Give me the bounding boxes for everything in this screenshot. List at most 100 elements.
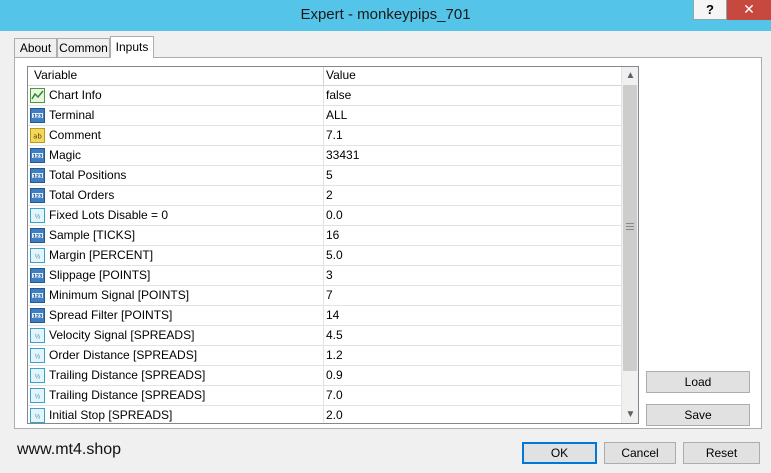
svg-text:123: 123: [33, 153, 43, 159]
scroll-down-icon[interactable]: ▼: [622, 406, 638, 423]
table-row[interactable]: ½ Trailing Distance [SPREADS] 0.9: [28, 366, 621, 386]
double-icon: ½: [30, 248, 45, 263]
parameter-value[interactable]: 0.9: [326, 366, 343, 385]
parameter-name: Chart Info: [49, 88, 102, 102]
svg-text:½: ½: [35, 354, 41, 361]
integer-icon: 123: [30, 268, 45, 283]
integer-icon: 123: [30, 288, 45, 303]
grid-header: Variable Value: [28, 67, 621, 86]
string-icon: ab: [30, 128, 45, 143]
double-icon: ½: [30, 348, 45, 363]
double-icon: ½: [30, 208, 45, 223]
help-button[interactable]: ?: [693, 0, 727, 20]
parameter-value[interactable]: ALL: [326, 106, 347, 125]
parameter-value[interactable]: 5.0: [326, 246, 343, 265]
parameter-name: Slippage [POINTS]: [49, 268, 151, 282]
tab-inputs[interactable]: Inputs: [110, 36, 154, 58]
tab-about[interactable]: About: [14, 38, 57, 57]
svg-text:123: 123: [33, 233, 43, 239]
svg-text:123: 123: [33, 173, 43, 179]
integer-icon: 123: [30, 168, 45, 183]
parameter-name: Trailing Distance [SPREADS]: [49, 368, 206, 382]
integer-icon: 123: [30, 108, 45, 123]
table-row[interactable]: ½ Initial Stop [SPREADS] 2.0: [28, 406, 621, 423]
scroll-thumb[interactable]: [623, 85, 637, 371]
svg-text:½: ½: [35, 214, 41, 221]
table-row[interactable]: 123 Slippage [POINTS] 3: [28, 266, 621, 286]
table-row[interactable]: 123 Terminal ALL: [28, 106, 621, 126]
chart-icon: [30, 88, 45, 103]
parameter-name: Trailing Distance [SPREADS]: [49, 388, 206, 402]
parameter-name: Total Orders: [49, 188, 115, 202]
cancel-button[interactable]: Cancel: [604, 442, 676, 464]
double-icon: ½: [30, 408, 45, 423]
website-watermark: www.mt4.shop: [17, 441, 122, 458]
parameter-name: Terminal: [49, 108, 95, 122]
table-row[interactable]: 123 Total Orders 2: [28, 186, 621, 206]
table-row[interactable]: 123 Sample [TICKS] 16: [28, 226, 621, 246]
table-row[interactable]: ½ Velocity Signal [SPREADS] 4.5: [28, 326, 621, 346]
parameter-value[interactable]: false: [326, 86, 351, 105]
parameter-value[interactable]: 14: [326, 306, 339, 325]
table-row[interactable]: 123 Total Positions 5: [28, 166, 621, 186]
reset-button[interactable]: Reset: [683, 442, 760, 464]
parameter-name: Total Positions: [49, 168, 127, 182]
save-button[interactable]: Save: [646, 404, 750, 426]
svg-text:½: ½: [35, 414, 41, 421]
svg-text:½: ½: [35, 394, 41, 401]
double-icon: ½: [30, 388, 45, 403]
svg-text:½: ½: [35, 374, 41, 381]
table-row[interactable]: ½ Order Distance [SPREADS] 1.2: [28, 346, 621, 366]
parameter-name: Order Distance [SPREADS]: [49, 348, 198, 362]
table-row[interactable]: ½ Trailing Distance [SPREADS] 7.0: [28, 386, 621, 406]
table-row[interactable]: ½ Margin [PERCENT] 5.0: [28, 246, 621, 266]
parameter-value[interactable]: 16: [326, 226, 339, 245]
svg-text:ab: ab: [33, 133, 42, 141]
tab-common[interactable]: Common: [57, 38, 110, 57]
parameter-name: Fixed Lots Disable = 0: [49, 208, 169, 222]
parameter-value[interactable]: 4.5: [326, 326, 343, 345]
parameter-value[interactable]: 1.2: [326, 346, 343, 365]
integer-icon: 123: [30, 228, 45, 243]
column-header-variable[interactable]: Variable: [34, 67, 77, 85]
integer-icon: 123: [30, 188, 45, 203]
parameter-value[interactable]: 2.0: [326, 406, 343, 423]
parameter-name: Comment: [49, 128, 102, 142]
table-row[interactable]: 123 Spread Filter [POINTS] 14: [28, 306, 621, 326]
parameter-value[interactable]: 7.0: [326, 386, 343, 405]
parameter-name: Sample [TICKS]: [49, 228, 136, 242]
parameter-value[interactable]: 33431: [326, 146, 359, 165]
vertical-scrollbar[interactable]: ▲ ▼: [621, 67, 638, 423]
window-title: Expert - monkeypips_701: [300, 6, 471, 23]
parameter-name: Initial Stop [SPREADS]: [49, 408, 173, 422]
table-row[interactable]: 123 Magic 33431: [28, 146, 621, 166]
parameter-value[interactable]: 5: [326, 166, 333, 185]
table-row[interactable]: Chart Info false: [28, 86, 621, 106]
double-icon: ½: [30, 328, 45, 343]
load-button[interactable]: Load: [646, 371, 750, 393]
parameter-value[interactable]: 3: [326, 266, 333, 285]
svg-text:½: ½: [35, 254, 41, 261]
svg-text:123: 123: [33, 273, 43, 279]
grip-icon: [626, 223, 634, 230]
svg-text:123: 123: [33, 313, 43, 319]
scroll-up-icon[interactable]: ▲: [622, 67, 638, 84]
parameter-name: Spread Filter [POINTS]: [49, 308, 173, 322]
column-header-value[interactable]: Value: [326, 67, 356, 85]
parameter-value[interactable]: 0.0: [326, 206, 343, 225]
parameter-value[interactable]: 7: [326, 286, 333, 305]
svg-text:½: ½: [35, 334, 41, 341]
parameter-value[interactable]: 7.1: [326, 126, 343, 145]
parameter-name: Velocity Signal [SPREADS]: [49, 328, 195, 342]
parameter-value[interactable]: 2: [326, 186, 333, 205]
table-row[interactable]: ½ Fixed Lots Disable = 0 0.0: [28, 206, 621, 226]
parameter-name: Margin [PERCENT]: [49, 248, 154, 262]
double-icon: ½: [30, 368, 45, 383]
ok-button[interactable]: OK: [522, 442, 597, 464]
table-row[interactable]: 123 Minimum Signal [POINTS] 7: [28, 286, 621, 306]
svg-text:123: 123: [33, 293, 43, 299]
svg-text:123: 123: [33, 193, 43, 199]
integer-icon: 123: [30, 148, 45, 163]
close-button[interactable]: ✕: [727, 0, 771, 20]
table-row[interactable]: ab Comment 7.1: [28, 126, 621, 146]
